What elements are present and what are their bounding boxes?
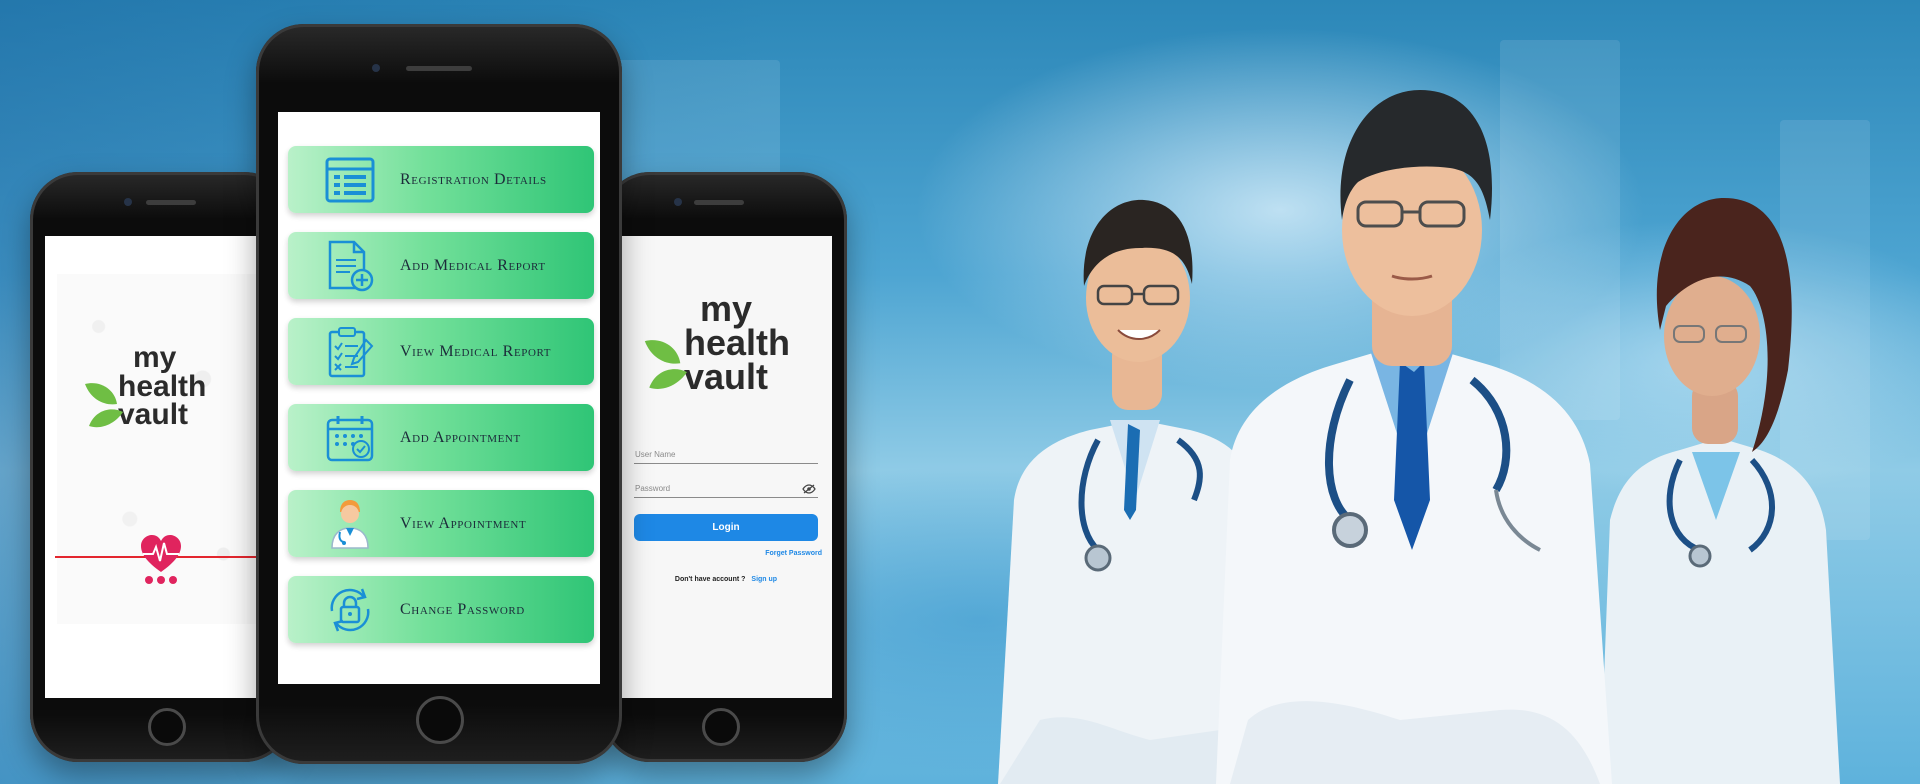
username-placeholder: User Name [635,450,676,459]
logo-word-my: my [133,341,177,374]
logo-word-health: health [684,322,791,364]
app-logo: my health vault [85,341,245,431]
leaf-icon [644,340,687,389]
doctor-right [1600,198,1840,784]
menu-item-add-medical-report[interactable]: Add Medical Report [288,232,594,299]
menu-item-change-password[interactable]: Change Password [288,576,594,643]
splash-screen: my health vault [45,236,277,698]
menu-label: Registration Details [400,170,547,188]
menu-label: View Medical Report [400,342,552,360]
calendar-icon [326,415,374,461]
dashboard-menu: Registration Details Add Medical Report … [288,146,594,662]
menu-item-add-appointment[interactable]: Add Appointment [288,404,594,471]
logo-word-my: my [700,288,753,329]
doctors-photo [998,90,1840,784]
password-field[interactable]: Password [634,474,818,498]
eye-off-icon[interactable] [802,484,816,494]
doctor-center [1216,90,1612,784]
logo-word-vault: vault [118,398,189,431]
menu-label: Add Appointment [400,428,521,446]
menu-label: Add Medical Report [400,256,546,274]
menu-item-view-medical-report[interactable]: View Medical Report [288,318,594,385]
logo-word-health: health [118,369,207,403]
password-placeholder: Password [635,484,671,493]
login-screen: my health vault User Name Password Login… [620,236,832,698]
menu-screen: Registration Details Add Medical Report … [278,112,600,684]
app-logo: my health vault [644,288,824,398]
heart-icon [141,535,181,572]
menu-label: Change Password [400,600,525,618]
signup-link[interactable]: Sign up [751,576,777,583]
loading-dots [143,576,179,584]
phone-menu: Registration Details Add Medical Report … [256,24,622,764]
menu-label: View Appointment [400,514,527,532]
doctor-icon [331,499,369,549]
menu-item-registration-details[interactable]: Registration Details [288,146,594,213]
phone-splash: my health vault [30,172,292,762]
add-report-icon [328,240,374,291]
login-button[interactable]: Login [634,514,818,541]
lock-icon [330,588,370,631]
forget-password-link[interactable]: Forget Password [765,550,822,557]
logo-word-vault: vault [684,356,769,398]
menu-item-view-appointment[interactable]: View Appointment [288,490,594,557]
signup-row: Don't have account ? Sign up [620,576,832,583]
username-field[interactable]: User Name [634,440,818,464]
registration-icon [325,157,375,202]
no-account-text: Don't have account ? [674,576,746,583]
phone-login: my health vault User Name Password Login… [602,172,847,762]
view-report-icon [328,326,374,377]
leaf-icon [85,383,123,428]
